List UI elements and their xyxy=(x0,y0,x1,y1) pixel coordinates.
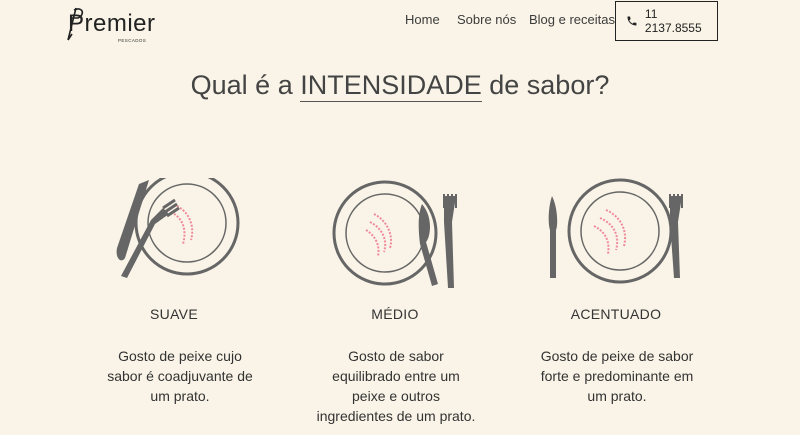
level-desc-suave: Gosto de peixe cujo sabor é coadjuvante … xyxy=(107,348,253,404)
plate-acentuado-icon xyxy=(548,178,683,284)
phone-icon xyxy=(627,16,637,26)
level-title-acentuado: ACENTUADO xyxy=(570,306,662,322)
logo[interactable]: Premier PESCADOS xyxy=(60,4,160,44)
phone-button[interactable]: 11 2137.8555 xyxy=(615,1,718,41)
logo-subtext: PESCADOS xyxy=(118,38,147,43)
nav-sobre-nos[interactable]: Sobre nós xyxy=(457,12,516,27)
title-prefix: Qual é a xyxy=(190,70,301,100)
nav-blog-receitas[interactable]: Blog e receitas xyxy=(529,12,615,27)
title-suffix: de sabor? xyxy=(481,70,610,100)
level-title-medio: MÉDIO xyxy=(371,306,419,322)
nav-home[interactable]: Home xyxy=(405,12,440,27)
level-desc-medio: Gosto de sabor equilibrado entre um peix… xyxy=(316,348,476,424)
page-title: Qual é a INTENSIDADE de sabor? xyxy=(0,70,800,102)
logo-text: Premier xyxy=(68,10,156,37)
title-highlight: INTENSIDADE xyxy=(300,70,482,102)
plate-medio-icon xyxy=(332,180,457,288)
level-desc-acentuado: Gosto de peixe de sabor forte e predomin… xyxy=(540,348,694,404)
plate-suave-icon xyxy=(116,178,240,278)
level-title-suave: SUAVE xyxy=(150,306,198,322)
phone-number: 11 2137.8555 xyxy=(644,7,702,35)
